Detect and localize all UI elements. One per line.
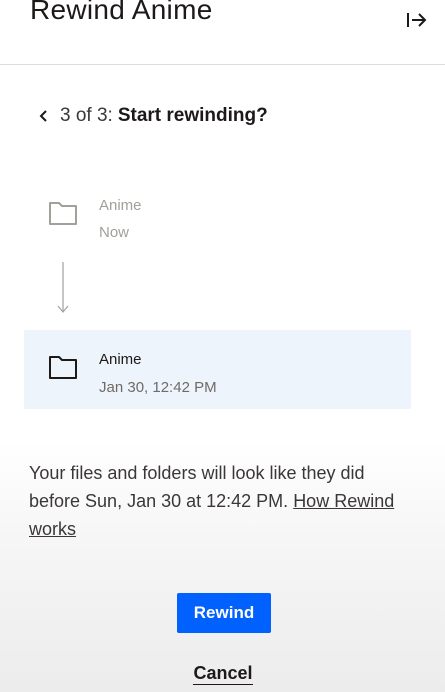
chevron-left-icon[interactable] <box>36 108 52 124</box>
step-indicator: 3 of 3: Start rewinding? <box>36 104 268 128</box>
step-title: Start rewinding? <box>117 105 268 126</box>
dialog-title: Rewind Anime <box>30 0 213 25</box>
rewind-description: Your files and folders will look like th… <box>29 459 419 543</box>
rewind-button[interactable]: Rewind <box>177 593 271 633</box>
arrow-down-icon <box>57 262 69 313</box>
cancel-label: Cancel <box>193 662 253 685</box>
folder-icon <box>49 202 77 225</box>
step-count: 3 of 3: <box>60 105 113 126</box>
current-folder-name: Anime <box>99 197 142 214</box>
dialog-header: Rewind Anime <box>0 0 445 65</box>
target-version-item[interactable]: Anime Jan 30, 12:42 PM <box>24 330 411 409</box>
target-folder-name: Anime <box>99 351 142 368</box>
current-folder-date: Now <box>99 224 130 241</box>
folder-icon <box>49 356 77 379</box>
cancel-button[interactable]: Cancel <box>190 660 256 686</box>
exit-arrow-icon[interactable] <box>404 8 428 32</box>
target-folder-date: Jan 30, 12:42 PM <box>99 379 217 396</box>
